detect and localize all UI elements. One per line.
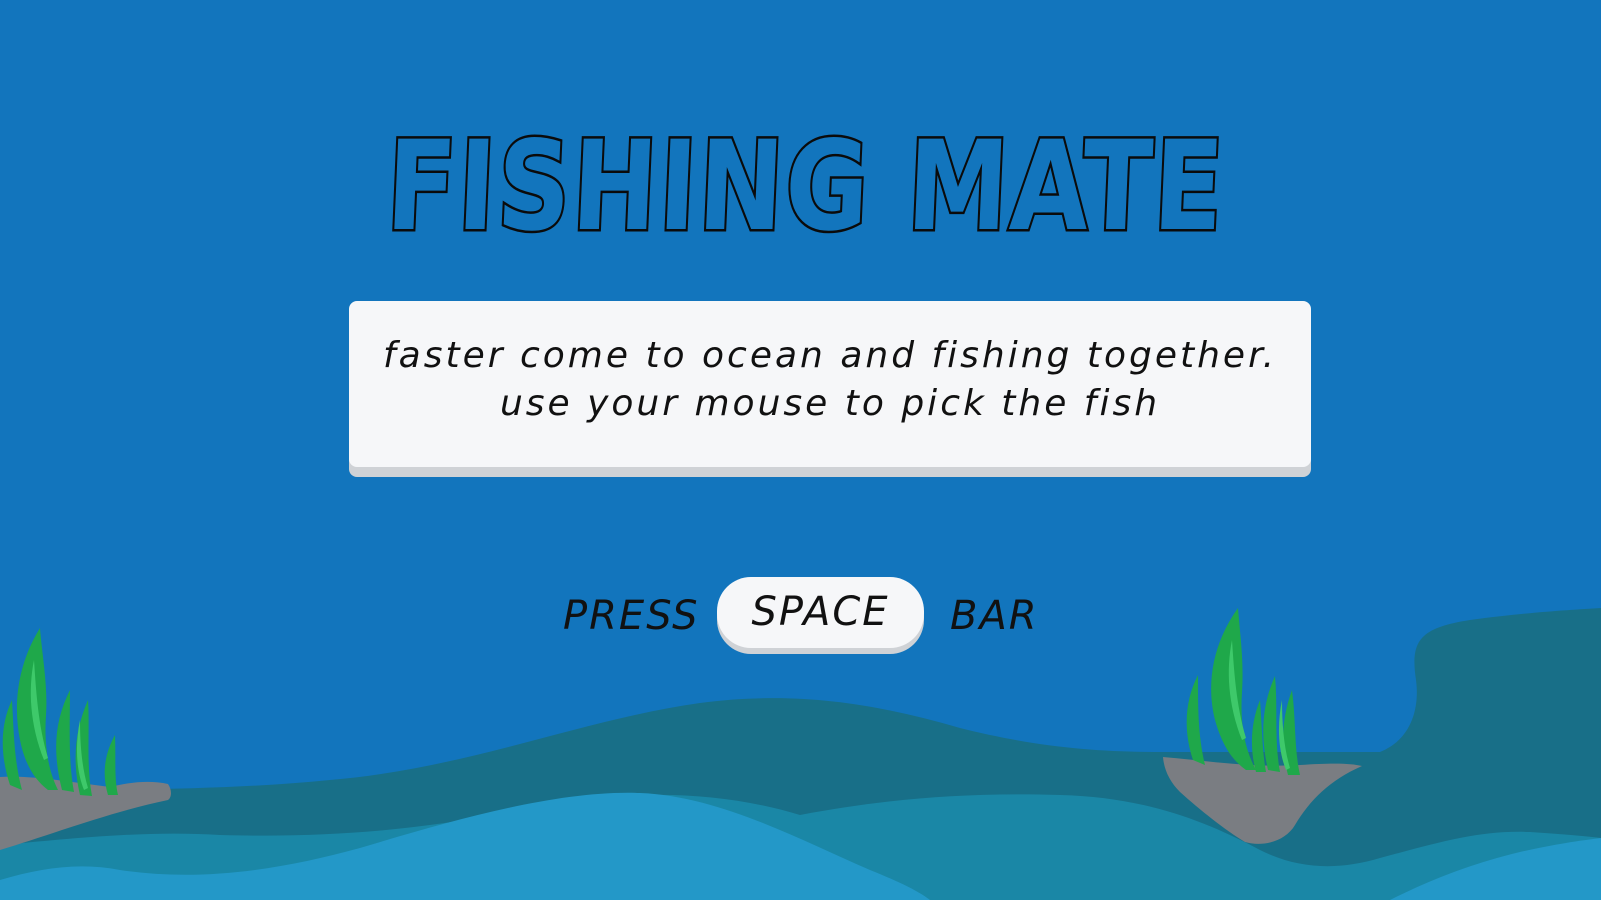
game-start-screen: FISHING MATE faster come to ocean and fi… bbox=[0, 0, 1601, 900]
bar-label: BAR bbox=[950, 593, 1039, 639]
instruction-line-1: faster come to ocean and fishing togethe… bbox=[382, 335, 1278, 376]
space-key-button[interactable]: SPACE bbox=[717, 577, 924, 648]
press-label: PRESS bbox=[563, 593, 700, 639]
start-prompt: PRESS SPACE BAR bbox=[0, 577, 1601, 655]
instruction-panel: faster come to ocean and fishing togethe… bbox=[349, 301, 1311, 467]
instruction-line-2: use your mouse to pick the fish bbox=[499, 383, 1161, 424]
game-title: FISHING MATE bbox=[382, 113, 1231, 262]
